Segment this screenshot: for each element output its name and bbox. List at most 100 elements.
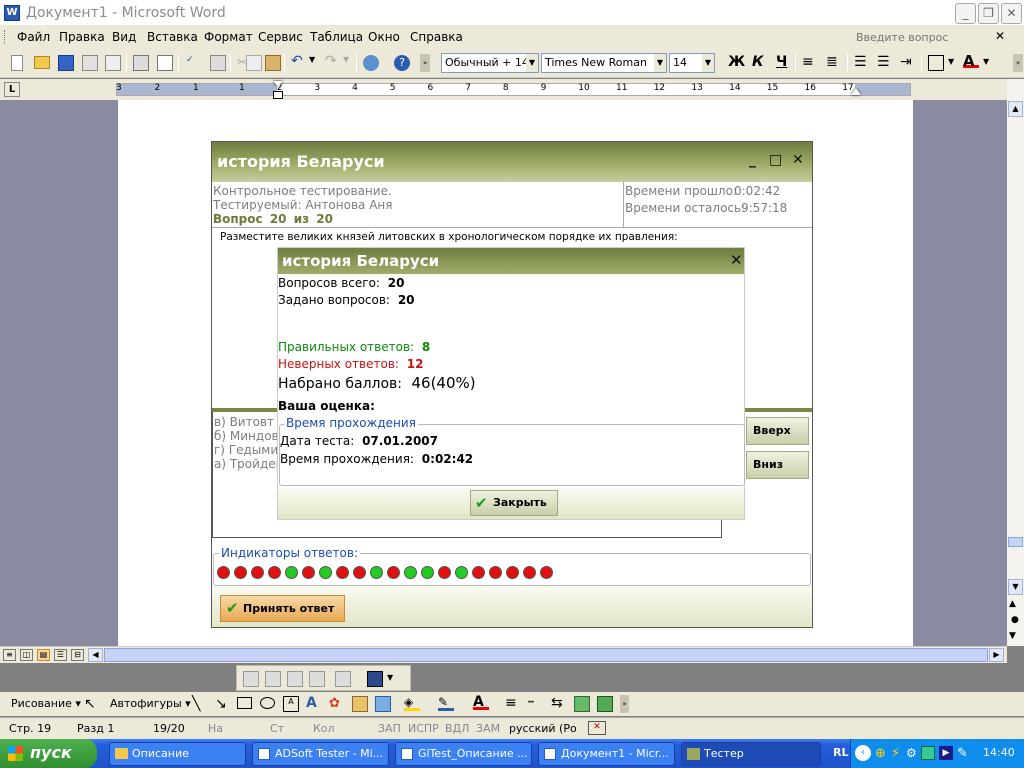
tray-icon[interactable]: ⚙: [906, 746, 917, 760]
menu-table[interactable]: Таблица: [310, 30, 363, 44]
floating-tool-icon[interactable]: [243, 671, 259, 687]
line-color-icon[interactable]: ✎: [438, 695, 454, 711]
help-search-input[interactable]: [856, 28, 991, 46]
menu-tools[interactable]: Сервис: [258, 30, 303, 44]
move-up-button[interactable]: Вверх: [746, 417, 809, 445]
copy-icon[interactable]: [246, 55, 262, 71]
browse-object-icon[interactable]: ●: [1011, 615, 1019, 625]
draw-font-color-icon[interactable]: A: [473, 694, 489, 710]
word-app-icon[interactable]: W: [4, 5, 20, 21]
open-folder-icon[interactable]: [34, 56, 50, 69]
prev-page-icon[interactable]: ▲: [1009, 599, 1016, 609]
drawing-menu[interactable]: Рисование ▾: [11, 697, 81, 710]
minimize-button[interactable]: _: [955, 3, 976, 24]
floating-tool-icon[interactable]: [265, 671, 281, 687]
style-combo[interactable]: Обычный + 14 г ▼: [441, 53, 539, 73]
rectangle-icon[interactable]: [237, 697, 252, 709]
italic-button[interactable]: К: [752, 54, 763, 70]
floating-tool-icon[interactable]: [335, 671, 351, 687]
new-document-icon[interactable]: [11, 55, 23, 71]
hscroll-thumb[interactable]: [104, 648, 988, 662]
font-combo[interactable]: Times New Roman ▼: [541, 53, 667, 73]
status-record[interactable]: ЗАП: [378, 722, 401, 735]
fill-color-icon[interactable]: ◈: [404, 695, 420, 711]
reading-view-icon[interactable]: ⊟: [71, 649, 84, 661]
borders-icon[interactable]: [928, 55, 944, 71]
answer-item[interactable]: б) Миндовг: [214, 429, 285, 443]
diagram-icon[interactable]: ✿: [329, 696, 345, 712]
font-size-dropdown-icon[interactable]: ▼: [702, 54, 714, 72]
dash-style-icon[interactable]: ┅: [528, 696, 544, 712]
print-layout-view-icon[interactable]: ▤: [37, 649, 50, 661]
answer-item[interactable]: г) Гедымин: [214, 443, 286, 457]
hyperlink-icon[interactable]: [363, 55, 379, 71]
next-page-icon[interactable]: ▼: [1009, 631, 1016, 641]
undo-icon[interactable]: ↶: [291, 53, 307, 69]
tester-close-icon[interactable]: ✕: [792, 152, 804, 168]
taskbar-item[interactable]: Документ1 - Micr...: [538, 742, 675, 766]
font-color-icon[interactable]: A: [963, 52, 979, 70]
tray-icon[interactable]: ⊕: [875, 746, 886, 761]
web-view-icon[interactable]: ◫: [20, 649, 33, 661]
clock[interactable]: 14:40: [983, 746, 1015, 759]
menu-file[interactable]: Файл: [17, 30, 50, 44]
oval-icon[interactable]: [260, 697, 275, 709]
undo-dropdown-icon[interactable]: ▼: [309, 55, 325, 71]
taskbar-item[interactable]: ADSoft Tester - Mi...: [252, 742, 389, 766]
taskbar-item-active[interactable]: Тестер: [681, 742, 821, 766]
restore-button[interactable]: ❐: [978, 3, 999, 24]
indent-icon[interactable]: ⇥: [900, 55, 916, 71]
vertical-scrollbar[interactable]: ▲ ▼ ▲ ● ▼: [1007, 79, 1024, 646]
font-dropdown-icon[interactable]: ▼: [654, 54, 666, 72]
floating-tool-icon[interactable]: [309, 671, 325, 687]
underline-button[interactable]: Ч: [776, 54, 787, 70]
save-icon[interactable]: [58, 55, 74, 71]
language-indicator[interactable]: RL: [833, 746, 848, 759]
redo-icon[interactable]: ↷: [325, 53, 341, 69]
tray-icon[interactable]: ▶: [939, 746, 953, 760]
scroll-right-button[interactable]: ▶: [989, 648, 1004, 662]
tester-maximize-icon[interactable]: □: [769, 152, 782, 168]
drawbar-overflow-icon[interactable]: »: [620, 695, 629, 713]
status-overtype[interactable]: ЗАМ: [476, 722, 500, 735]
arrow-icon[interactable]: ↘: [215, 696, 231, 712]
print-icon[interactable]: [133, 55, 149, 71]
research-icon[interactable]: [210, 55, 226, 71]
tray-icon[interactable]: [921, 746, 935, 760]
answer-item[interactable]: в) Витовт: [214, 415, 274, 429]
bold-button[interactable]: Ж: [728, 54, 745, 70]
clipart-icon[interactable]: [352, 696, 368, 712]
shadow-icon[interactable]: [574, 696, 590, 712]
status-track-changes[interactable]: ИСПР: [408, 722, 439, 735]
move-down-button[interactable]: Вниз: [746, 451, 809, 479]
menu-help[interactable]: Справка: [410, 30, 463, 44]
permission-icon[interactable]: [82, 55, 98, 71]
scroll-thumb[interactable]: [1008, 537, 1023, 547]
wordart-icon[interactable]: A: [306, 695, 322, 711]
menu-window[interactable]: Окно: [368, 30, 400, 44]
bullet-list-icon[interactable]: ☰: [877, 55, 893, 71]
3d-icon[interactable]: [597, 696, 613, 712]
line-style-icon[interactable]: ≡: [505, 696, 521, 712]
tray-icon[interactable]: ⚡: [891, 746, 900, 761]
tray-icon[interactable]: ✎: [957, 746, 968, 761]
paste-icon[interactable]: [265, 55, 281, 71]
scroll-left-button[interactable]: ◀: [88, 648, 103, 662]
doc-close-icon[interactable]: ✕: [995, 29, 1005, 43]
align-left-icon[interactable]: ≡: [802, 55, 818, 71]
menu-view[interactable]: Вид: [112, 30, 136, 44]
left-indent-marker[interactable]: [273, 91, 283, 99]
first-line-indent-marker[interactable]: [273, 81, 283, 87]
scroll-down-button[interactable]: ▼: [1008, 579, 1023, 595]
help-icon[interactable]: ?: [394, 55, 410, 71]
font-color-dropdown-icon[interactable]: ▼: [983, 57, 999, 73]
start-button[interactable]: пуск: [0, 739, 97, 768]
outline-view-icon[interactable]: ☰: [54, 649, 67, 661]
print-preview-icon[interactable]: [157, 55, 173, 71]
line-icon[interactable]: ╲: [192, 696, 208, 712]
justify-icon[interactable]: ≣: [826, 55, 842, 71]
submit-answer-button[interactable]: ✔ Принять ответ: [220, 595, 345, 622]
spelling-status-icon[interactable]: ✕: [588, 721, 606, 735]
spelling-icon[interactable]: ✓: [186, 55, 202, 71]
screen-icon[interactable]: [367, 671, 383, 687]
